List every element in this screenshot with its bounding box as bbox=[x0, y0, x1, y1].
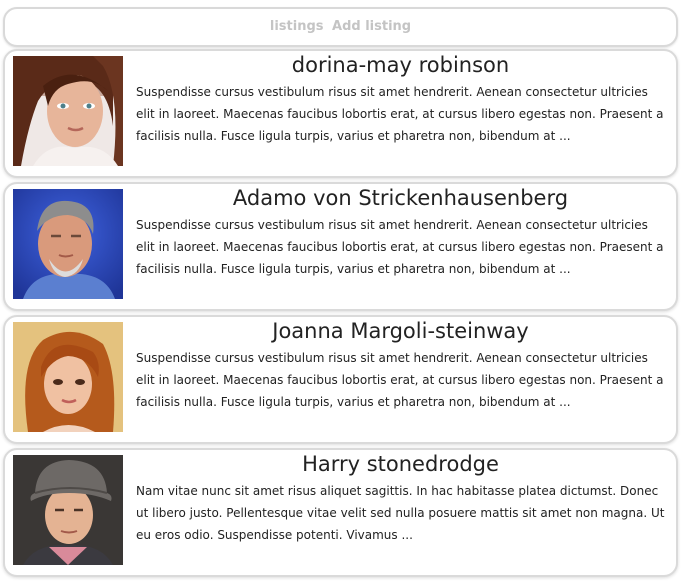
listing-name[interactable]: Adamo von Strickenhausenberg bbox=[133, 184, 668, 212]
profile-photo[interactable] bbox=[13, 455, 123, 565]
profile-photo-image bbox=[13, 56, 123, 166]
listing-card[interactable]: dorina-may robinson Suspendisse cursus v… bbox=[3, 49, 678, 178]
listing-description: Suspendisse cursus vestibulum risus sit … bbox=[136, 218, 664, 276]
listing-card[interactable]: Harry stonedrodge Nam vitae nunc sit ame… bbox=[3, 448, 678, 577]
profile-photo-image bbox=[13, 455, 123, 565]
listing-card[interactable]: Joanna Margoli-steinway Suspendisse curs… bbox=[3, 315, 678, 444]
listings-link[interactable]: listings bbox=[270, 19, 324, 34]
listing-card[interactable]: Adamo von Strickenhausenberg Suspendisse… bbox=[3, 182, 678, 311]
listing-description: Suspendisse cursus vestibulum risus sit … bbox=[136, 351, 664, 409]
listing-name[interactable]: Harry stonedrodge bbox=[133, 450, 668, 478]
add-listing-link[interactable]: Add listing bbox=[332, 19, 411, 34]
profile-photo-image bbox=[13, 322, 123, 432]
top-navigation-bar: listings Add listing bbox=[3, 7, 678, 47]
profile-photo-image bbox=[13, 189, 123, 299]
listing-name[interactable]: dorina-may robinson bbox=[133, 51, 668, 79]
profile-photo[interactable] bbox=[13, 56, 123, 166]
profile-photo[interactable] bbox=[13, 322, 123, 432]
profile-photo[interactable] bbox=[13, 189, 123, 299]
listing-description: Nam vitae nunc sit amet risus aliquet sa… bbox=[136, 484, 665, 542]
listing-description: Suspendisse cursus vestibulum risus sit … bbox=[136, 85, 664, 143]
listing-name[interactable]: Joanna Margoli-steinway bbox=[133, 317, 668, 345]
